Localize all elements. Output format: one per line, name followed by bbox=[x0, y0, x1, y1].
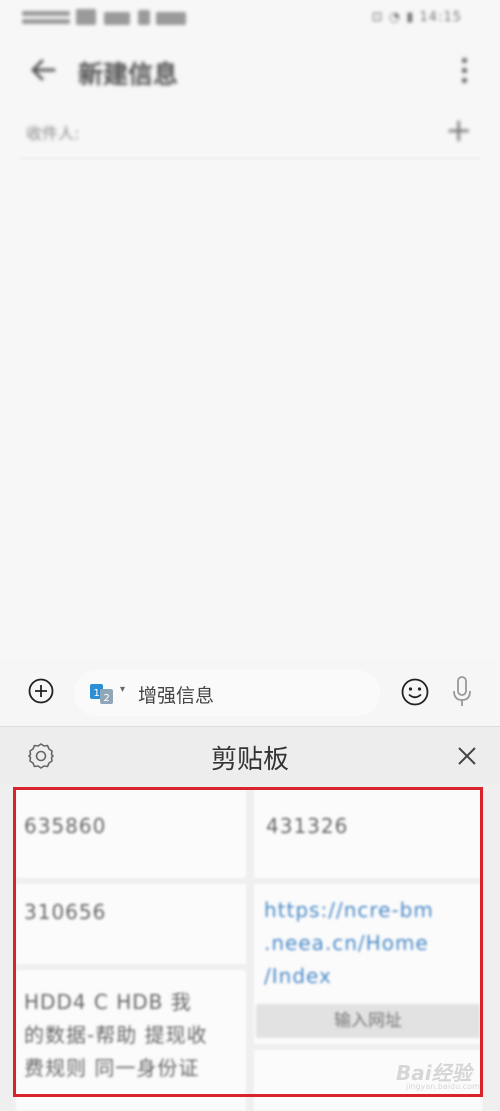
watermark-logo: Bai经验 jingyan.baidu.com bbox=[396, 1057, 480, 1097]
smiley-icon bbox=[401, 678, 429, 706]
sim-dropdown-caret-icon[interactable]: ▾ bbox=[120, 684, 125, 695]
svg-text:1: 1 bbox=[94, 688, 100, 699]
emoji-button[interactable] bbox=[400, 677, 430, 707]
voice-input-button[interactable] bbox=[450, 675, 474, 709]
clipboard-close-button[interactable] bbox=[456, 745, 478, 767]
attach-button[interactable] bbox=[28, 678, 54, 704]
compose-bar: 1 2 ▾ 增强信息 bbox=[0, 660, 500, 724]
more-options-button[interactable] bbox=[454, 54, 474, 88]
close-icon bbox=[458, 747, 476, 765]
plus-circle-icon bbox=[28, 678, 54, 704]
app-header: 新建信息 bbox=[0, 36, 500, 106]
clipboard-title: 剪贴板 bbox=[210, 745, 289, 775]
recipient-row[interactable]: 收件人: + bbox=[0, 108, 500, 158]
microphone-icon bbox=[453, 676, 471, 706]
page-title: 新建信息 bbox=[78, 60, 179, 89]
recipient-label: 收件人: bbox=[26, 124, 80, 143]
more-vertical-icon bbox=[454, 58, 474, 83]
highlight-frame bbox=[13, 787, 483, 1097]
status-right: ⊡ ◔ ▮ 14:15 bbox=[371, 10, 462, 25]
add-recipient-button[interactable]: + bbox=[445, 114, 472, 146]
signal-indicators bbox=[22, 9, 192, 27]
sim-card-icon: 1 2 bbox=[90, 684, 113, 704]
status-bar: ⊡ ◔ ▮ 14:15 bbox=[0, 0, 500, 36]
message-placeholder: 增强信息 bbox=[138, 685, 215, 707]
recipient-divider bbox=[20, 158, 480, 159]
back-button[interactable] bbox=[24, 50, 64, 90]
svg-text:2: 2 bbox=[104, 693, 110, 704]
clipboard-header: 剪贴板 bbox=[0, 726, 500, 785]
watermark-subtext: jingyan.baidu.com bbox=[406, 1082, 480, 1091]
new-message-screen: ⊡ ◔ ▮ 14:15 新建信息 收件人: + 1 2 ▾ 增强信息 剪贴板 6… bbox=[0, 0, 500, 1111]
arrow-left-icon bbox=[31, 59, 56, 81]
message-input[interactable]: 1 2 ▾ 增强信息 bbox=[74, 670, 380, 716]
